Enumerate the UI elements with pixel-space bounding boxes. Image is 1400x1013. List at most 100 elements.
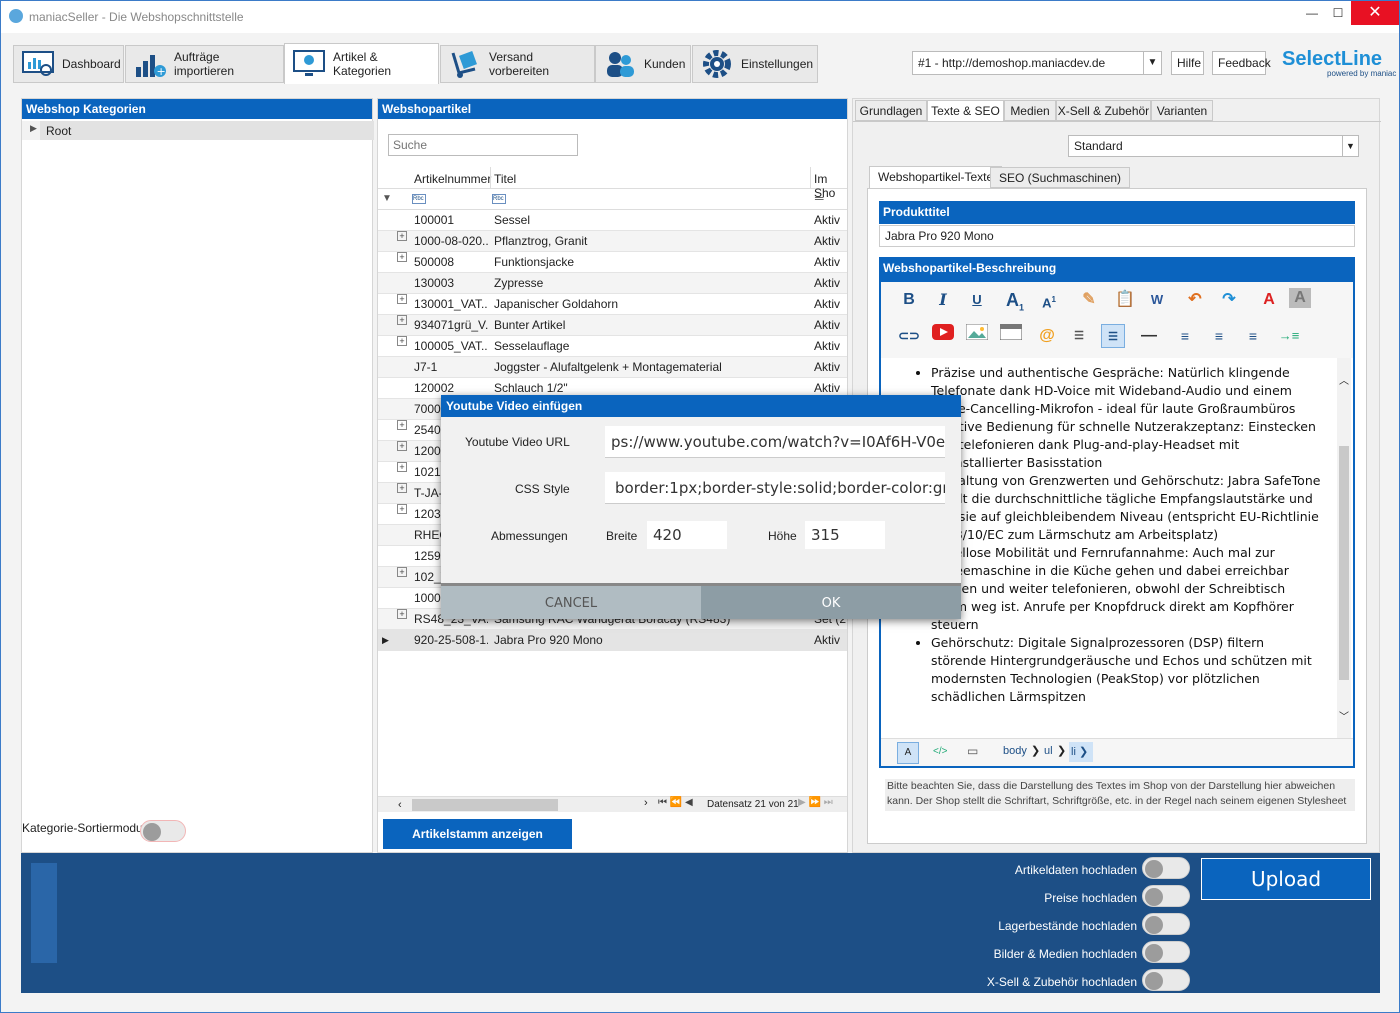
height-input[interactable]: 315 <box>805 521 885 549</box>
bold-icon[interactable]: B <box>897 288 921 312</box>
description-item[interactable]: Intuitive Bedienung für schnelle Nutzera… <box>931 418 1321 472</box>
status-filter-icon[interactable]: ═ <box>815 191 824 205</box>
highlight-color-icon[interactable]: A <box>1289 288 1311 308</box>
tab-import-orders[interactable]: + Aufträge importieren <box>125 45 284 83</box>
tab-shipping[interactable]: Versand vorbereiten <box>440 45 595 83</box>
column-header-title[interactable]: Titel <box>494 172 516 186</box>
email-icon[interactable]: @ <box>1035 324 1059 348</box>
expand-row-icon[interactable]: + <box>397 441 407 451</box>
table-icon[interactable] <box>999 323 1023 348</box>
image-icon[interactable] <box>965 323 989 348</box>
show-article-master-button[interactable]: Artikelstamm anzeigen <box>383 819 572 849</box>
undo-icon[interactable]: ↶ <box>1183 288 1207 312</box>
eraser-icon[interactable]: ✎ <box>1077 288 1101 312</box>
expand-arrow-icon[interactable]: ▶ <box>30 123 37 134</box>
upload-toggle[interactable] <box>1142 857 1190 879</box>
tab-dashboard[interactable]: Dashboard <box>13 45 124 83</box>
tab-articles-categories[interactable]: Artikel & Kategorien <box>284 43 439 84</box>
expand-row-icon[interactable]: + <box>397 462 407 472</box>
font-color-icon[interactable]: A <box>1257 288 1281 312</box>
detail-tab[interactable]: Medien <box>1004 100 1056 121</box>
expand-row-icon[interactable]: + <box>397 609 407 619</box>
breadcrumb-body[interactable]: body <box>1003 745 1027 757</box>
align-center-icon[interactable]: ≡ <box>1207 324 1231 348</box>
help-button[interactable]: Hilfe <box>1171 51 1204 75</box>
table-row[interactable]: +1000-08-020... Pflanztrog, Granit Aktiv <box>378 231 847 252</box>
table-row[interactable]: J7-1 Joggster - Alufaltgelenk + Montagema… <box>378 357 847 378</box>
width-input[interactable]: 420 <box>647 521 727 549</box>
paste-icon[interactable]: 📋 <box>1113 288 1137 312</box>
preview-icon[interactable]: ▭ <box>967 744 978 758</box>
last-record-icon[interactable]: ▶ ⏩ ⏭ <box>798 797 833 808</box>
align-left-icon[interactable]: ≡ <box>1173 324 1197 348</box>
feedback-button[interactable]: Feedback <box>1212 51 1271 75</box>
scroll-left-icon[interactable]: ‹ <box>398 799 402 811</box>
paste-word-icon[interactable]: W <box>1145 288 1169 312</box>
table-row[interactable]: 100001 Sessel Aktiv <box>378 210 847 231</box>
table-row[interactable]: ▶ 920-25-508-1... Jabra Pro 920 Mono Aktiv <box>378 630 847 651</box>
expand-row-icon[interactable]: + <box>397 315 407 325</box>
upload-button[interactable]: Upload <box>1201 858 1371 900</box>
sort-mode-toggle[interactable] <box>140 820 186 842</box>
upload-toggle[interactable] <box>1142 913 1190 935</box>
breadcrumb-li[interactable]: li ❯ <box>1069 742 1093 762</box>
search-input[interactable] <box>388 134 578 156</box>
horizontal-scrollbar-thumb[interactable] <box>412 799 558 811</box>
link-icon[interactable]: ⊂⊃ <box>897 324 921 348</box>
first-record-icon[interactable]: ⏮ ⏪ ◀ <box>658 797 693 808</box>
product-title-input[interactable]: Jabra Pro 920 Mono <box>879 225 1355 247</box>
upload-toggle[interactable] <box>1142 885 1190 907</box>
youtube-url-input[interactable]: ps://www.youtube.com/watch?v=I0Af6H-V0ek <box>605 426 945 458</box>
table-row[interactable]: +934071grü_V... Bunter Artikel Aktiv <box>378 315 847 336</box>
expand-row-icon[interactable]: + <box>397 336 407 346</box>
scroll-right-icon[interactable]: › <box>644 797 648 809</box>
table-row[interactable]: +100005_VAT... Sesselauflage Aktiv <box>378 336 847 357</box>
scroll-down-icon[interactable]: ﹀ <box>1339 708 1349 723</box>
upload-toggle[interactable] <box>1142 969 1190 991</box>
filter-icon[interactable]: ▼ <box>382 193 392 204</box>
html-view-icon[interactable]: </> <box>933 746 947 757</box>
tab-customers[interactable]: Kunden <box>595 45 691 83</box>
expand-row-icon[interactable]: + <box>397 504 407 514</box>
cancel-button[interactable]: CANCEL <box>441 583 701 619</box>
design-view-icon[interactable]: A <box>897 742 919 764</box>
table-row[interactable]: +130001_VAT... Japanischer Goldahorn Aktiv <box>378 294 847 315</box>
description-item[interactable]: Gehörschutz: Digitale Signalprozessoren … <box>931 634 1321 706</box>
upload-toggle[interactable] <box>1142 941 1190 963</box>
detail-tab[interactable]: Varianten <box>1151 100 1213 121</box>
align-right-icon[interactable]: ≡ <box>1241 324 1265 348</box>
detail-tab[interactable]: Texte & SEO <box>927 100 1004 122</box>
detail-tab[interactable]: X-Sell & Zubehör <box>1056 100 1151 121</box>
text-filter-icon[interactable]: Rbc <box>412 194 426 204</box>
expand-row-icon[interactable]: + <box>397 231 407 241</box>
expand-row-icon[interactable]: + <box>397 252 407 262</box>
underline-icon[interactable]: U <box>965 288 989 312</box>
breadcrumb-ul[interactable]: ul <box>1044 745 1053 757</box>
shop-select[interactable]: #1 - http://demoshop.maniacdev.de ▼ <box>912 51 1162 75</box>
table-row[interactable]: +500008 Funktionsjacke Aktiv <box>378 252 847 273</box>
tab-settings[interactable]: Einstellungen <box>692 45 818 83</box>
close-button[interactable]: ✕ <box>1351 1 1399 25</box>
ok-button[interactable]: OK <box>701 583 961 619</box>
description-item[interactable]: Kabellose Mobilität und Fernrufannahme: … <box>931 544 1321 634</box>
subtab-seo[interactable]: SEO (Suchmaschinen) <box>990 167 1131 188</box>
expand-row-icon[interactable]: + <box>397 567 407 577</box>
text-filter-icon[interactable]: Rbc <box>492 194 506 204</box>
description-item[interactable]: Einhaltung von Grenzwerten und Gehörschu… <box>931 472 1321 544</box>
table-row[interactable]: 130003 Zypresse Aktiv <box>378 273 847 294</box>
ordered-list-icon[interactable]: ☰ <box>1067 324 1091 348</box>
expand-row-icon[interactable]: + <box>397 420 407 430</box>
expand-row-icon[interactable]: + <box>397 294 407 304</box>
expand-row-icon[interactable]: + <box>397 483 407 493</box>
maximize-button[interactable]: ☐ <box>1323 1 1353 25</box>
subtab-article-texts[interactable]: Webshopartikel-Texte <box>869 166 1003 188</box>
italic-icon[interactable]: I <box>931 288 955 312</box>
editor-scrollbar[interactable]: ︿ ﹀ <box>1337 358 1351 738</box>
superscript-icon[interactable]: A1 <box>1037 288 1061 312</box>
unordered-list-icon[interactable]: ☰ <box>1101 324 1125 348</box>
language-select[interactable]: Standard ▼ <box>1068 135 1359 157</box>
detail-tab[interactable]: Grundlagen <box>855 100 927 121</box>
column-header-nr[interactable]: Artikelnummer <box>414 172 491 186</box>
indent-icon[interactable]: →≡ <box>1277 324 1301 348</box>
youtube-icon[interactable] <box>931 324 955 348</box>
